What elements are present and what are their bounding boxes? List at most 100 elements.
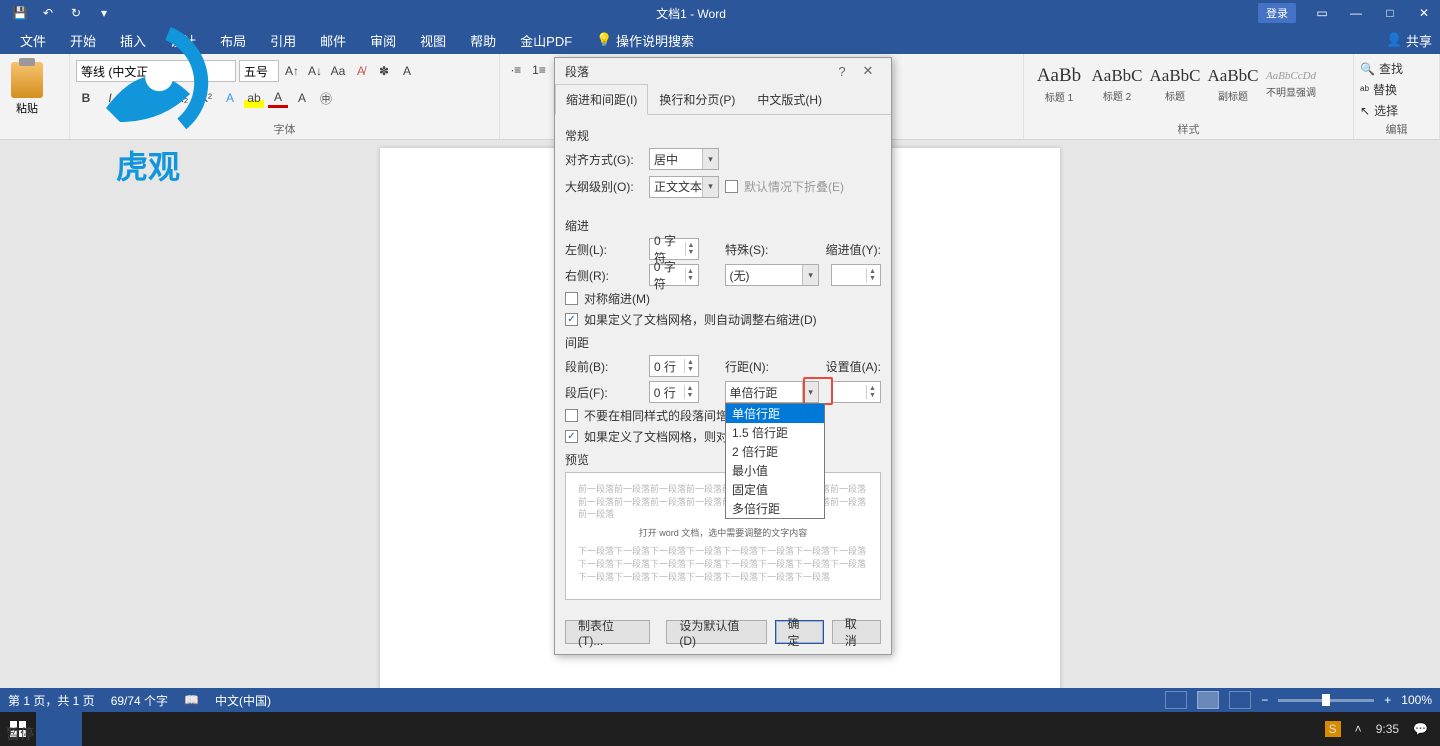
language-status[interactable]: 中文(中国) (215, 692, 271, 709)
menu-design[interactable]: 设计 (158, 26, 208, 54)
superscript-icon[interactable]: X² (196, 88, 216, 108)
underline-icon[interactable]: U (124, 88, 144, 108)
paste-button[interactable]: 粘贴 (6, 62, 48, 116)
snap-to-grid-checkbox[interactable]: ✓ (565, 430, 578, 443)
cancel-button[interactable]: 取消 (832, 620, 881, 644)
clear-format-icon[interactable]: A̸ (351, 61, 371, 81)
menu-kingsoft-pdf[interactable]: 金山PDF (508, 26, 584, 54)
minimize-icon[interactable]: — (1340, 2, 1372, 24)
line-spacing-combo[interactable]: 单倍行距▾ (725, 381, 820, 403)
clock[interactable]: 9:35 (1376, 722, 1399, 736)
word-count[interactable]: 69/74 个字 (111, 692, 168, 709)
ribbon-display-icon[interactable]: ▭ (1306, 2, 1338, 24)
char-border-icon[interactable]: A (397, 61, 417, 81)
line-option-double[interactable]: 2 倍行距 (726, 442, 824, 461)
print-layout-icon[interactable] (1197, 691, 1219, 709)
shrink-font-icon[interactable]: A↓ (305, 61, 325, 81)
alignment-combo[interactable]: 居中▾ (649, 148, 719, 170)
indent-by-spinner[interactable]: ▲▼ (831, 264, 881, 286)
replace-button[interactable]: ᵃᵇ替换 (1360, 81, 1433, 98)
ok-button[interactable]: 确定 (775, 620, 824, 644)
dialog-close-icon[interactable]: ✕ (855, 63, 881, 79)
undo-icon[interactable]: ↶ (36, 2, 60, 24)
tray-up-icon[interactable]: ˄ (1355, 722, 1362, 736)
style-heading2[interactable]: AaBbC标题 2 (1088, 60, 1146, 108)
zoom-out-icon[interactable]: − (1261, 693, 1268, 707)
italic-icon[interactable]: I (100, 88, 120, 108)
spacing-at-spinner[interactable]: ▲▼ (831, 381, 881, 403)
auto-adjust-indent-checkbox[interactable]: ✓ (565, 313, 578, 326)
share-button[interactable]: 👤 共享 (1386, 31, 1432, 50)
numbering-icon[interactable]: 1≡ (529, 60, 549, 80)
text-effects-icon[interactable]: A (220, 88, 240, 108)
phonetic-icon[interactable]: ✽ (374, 61, 394, 81)
menu-review[interactable]: 审阅 (358, 26, 408, 54)
menu-mailings[interactable]: 邮件 (308, 26, 358, 54)
menu-insert[interactable]: 插入 (108, 26, 158, 54)
style-subtle-emphasis[interactable]: AaBbCcDd不明显强调 (1262, 60, 1320, 108)
font-size-combo[interactable]: 五号 (239, 60, 279, 82)
style-heading1[interactable]: AaBb标题 1 (1030, 60, 1088, 108)
no-space-same-style-checkbox[interactable] (565, 409, 578, 422)
mirror-indent-checkbox[interactable] (565, 292, 578, 305)
zoom-percent[interactable]: 100% (1401, 693, 1432, 707)
tabs-button[interactable]: 制表位(T)... (565, 620, 650, 644)
line-option-multiple[interactable]: 多倍行距 (726, 499, 824, 518)
style-subtitle[interactable]: AaBbC副标题 (1204, 60, 1262, 108)
set-default-button[interactable]: 设为默认值(D) (666, 620, 766, 644)
notifications-icon[interactable]: 💬 (1413, 722, 1428, 736)
menu-help[interactable]: 帮助 (458, 26, 508, 54)
select-button[interactable]: ↖选择 (1360, 102, 1433, 119)
menu-home[interactable]: 开始 (58, 26, 108, 54)
page-count[interactable]: 第 1 页，共 1 页 (8, 692, 95, 709)
zoom-in-icon[interactable]: + (1384, 693, 1391, 707)
font-name-combo[interactable]: 等线 (中文正文) (76, 60, 236, 82)
font-color-icon[interactable]: A (268, 88, 288, 108)
highlight-icon[interactable]: ab (244, 88, 264, 108)
find-button[interactable]: 🔍查找 (1360, 60, 1433, 77)
line-option-single[interactable]: 单倍行距 (726, 404, 824, 423)
bullets-icon[interactable]: ∙≡ (506, 60, 526, 80)
dialog-titlebar[interactable]: 段落 ? ✕ (555, 58, 891, 84)
strikethrough-icon[interactable]: abc (148, 88, 168, 108)
line-option-1-5[interactable]: 1.5 倍行距 (726, 423, 824, 442)
menu-references[interactable]: 引用 (258, 26, 308, 54)
tell-me-search[interactable]: 💡 操作说明搜索 (584, 26, 706, 54)
login-button[interactable]: 登录 (1258, 3, 1296, 23)
grow-font-icon[interactable]: A↑ (282, 61, 302, 81)
zoom-slider[interactable] (1278, 699, 1374, 702)
special-indent-combo[interactable]: (无)▾ (725, 264, 820, 286)
line-option-exactly[interactable]: 固定值 (726, 480, 824, 499)
tab-indent-spacing[interactable]: 缩进和间距(I) (555, 84, 648, 115)
space-before-spinner[interactable]: 0 行▲▼ (649, 355, 699, 377)
char-shading-icon[interactable]: A (292, 88, 312, 108)
paragraph-dialog: 段落 ? ✕ 缩进和间距(I) 换行和分页(P) 中文版式(H) 常规 对齐方式… (554, 57, 892, 655)
dialog-help-icon[interactable]: ? (829, 64, 855, 79)
bold-icon[interactable]: B (76, 88, 96, 108)
menu-view[interactable]: 视图 (408, 26, 458, 54)
maximize-icon[interactable]: □ (1374, 2, 1406, 24)
ime-icon[interactable]: S (1325, 721, 1341, 737)
left-indent-spinner[interactable]: 0 字符▲▼ (649, 238, 699, 260)
style-title[interactable]: AaBbC标题 (1146, 60, 1204, 108)
read-mode-icon[interactable] (1165, 691, 1187, 709)
menu-layout[interactable]: 布局 (208, 26, 258, 54)
right-indent-spinner[interactable]: 0 字符▲▼ (649, 264, 699, 286)
change-case-icon[interactable]: Aa (328, 61, 348, 81)
menu-file[interactable]: 文件 (8, 26, 58, 54)
space-after-spinner[interactable]: 0 行▲▼ (649, 381, 699, 403)
zoom-thumb[interactable] (1322, 694, 1330, 706)
web-layout-icon[interactable] (1229, 691, 1251, 709)
close-icon[interactable]: ✕ (1408, 2, 1440, 24)
save-icon[interactable]: 💾 (8, 2, 32, 24)
outline-combo[interactable]: 正文文本▾ (649, 176, 719, 198)
tab-line-page-breaks[interactable]: 换行和分页(P) (648, 84, 746, 114)
redo-icon[interactable]: ↻ (64, 2, 88, 24)
qat-more-icon[interactable]: ▾ (92, 2, 116, 24)
tab-asian-typography[interactable]: 中文版式(H) (746, 84, 833, 114)
taskbar-app-word[interactable] (36, 712, 82, 746)
subscript-icon[interactable]: X₂ (172, 88, 192, 108)
line-option-atleast[interactable]: 最小值 (726, 461, 824, 480)
spellcheck-icon[interactable]: 📖 (184, 693, 199, 707)
enclose-char-icon[interactable]: ㊥ (316, 88, 336, 108)
